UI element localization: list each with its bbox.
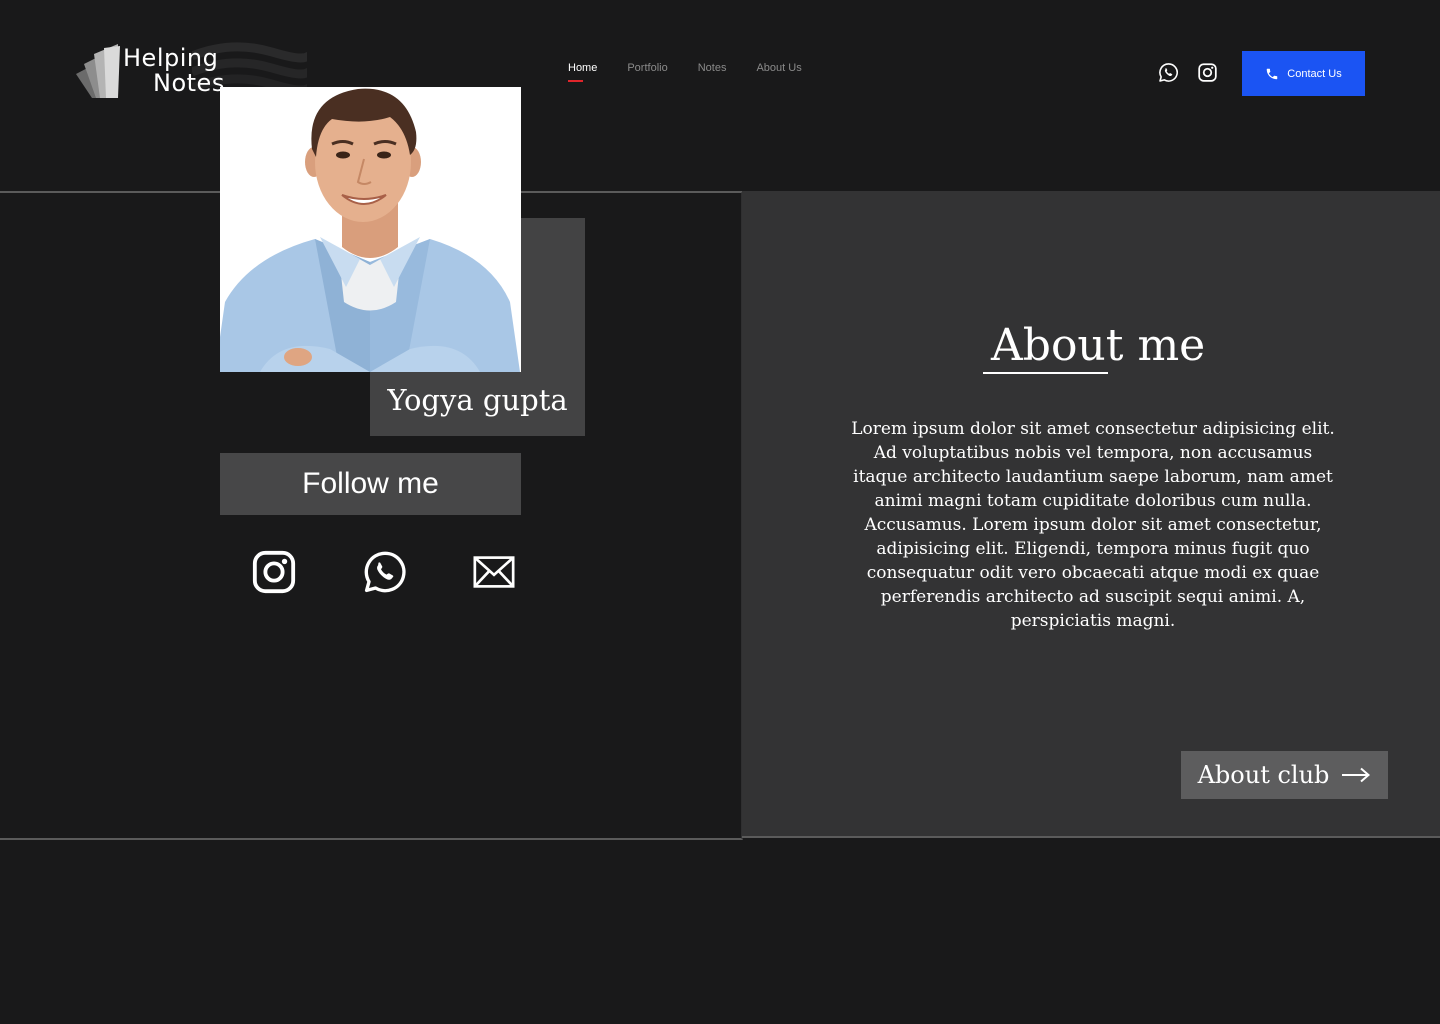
about-club-button[interactable]: About club — [1181, 751, 1388, 799]
instagram-icon[interactable] — [1197, 62, 1218, 83]
mail-icon[interactable] — [471, 549, 517, 595]
whatsapp-icon[interactable] — [362, 549, 408, 595]
nav-home[interactable]: Home — [568, 62, 597, 82]
nav-notes[interactable]: Notes — [698, 62, 727, 74]
about-title-underline — [983, 372, 1108, 374]
brand-name: Helping Notes — [123, 46, 225, 96]
brand-name-line2: Notes — [153, 69, 225, 97]
brand-name-line1: Helping — [123, 44, 219, 72]
instagram-icon[interactable] — [251, 549, 297, 595]
whatsapp-icon[interactable] — [1158, 62, 1179, 83]
main-nav: Home Portfolio Notes About Us — [568, 62, 802, 82]
profile-photo — [220, 87, 521, 372]
contact-us-label: Contact Us — [1287, 67, 1342, 80]
person-portrait-illustration — [220, 87, 521, 372]
nav-about-us[interactable]: About Us — [756, 62, 801, 74]
about-club-label: About club — [1197, 761, 1330, 789]
profile-name: Yogya gupta — [387, 383, 568, 417]
contact-us-button[interactable]: Contact Us — [1242, 51, 1365, 96]
phone-icon — [1267, 68, 1278, 79]
arrow-right-icon — [1342, 767, 1371, 783]
about-title: About me — [991, 320, 1206, 371]
about-body: Lorem ipsum dolor sit amet consectetur a… — [851, 419, 1335, 631]
nav-portfolio[interactable]: Portfolio — [627, 62, 667, 74]
book-fan-logo-icon — [76, 44, 120, 98]
follow-me-button[interactable]: Follow me — [220, 453, 521, 515]
